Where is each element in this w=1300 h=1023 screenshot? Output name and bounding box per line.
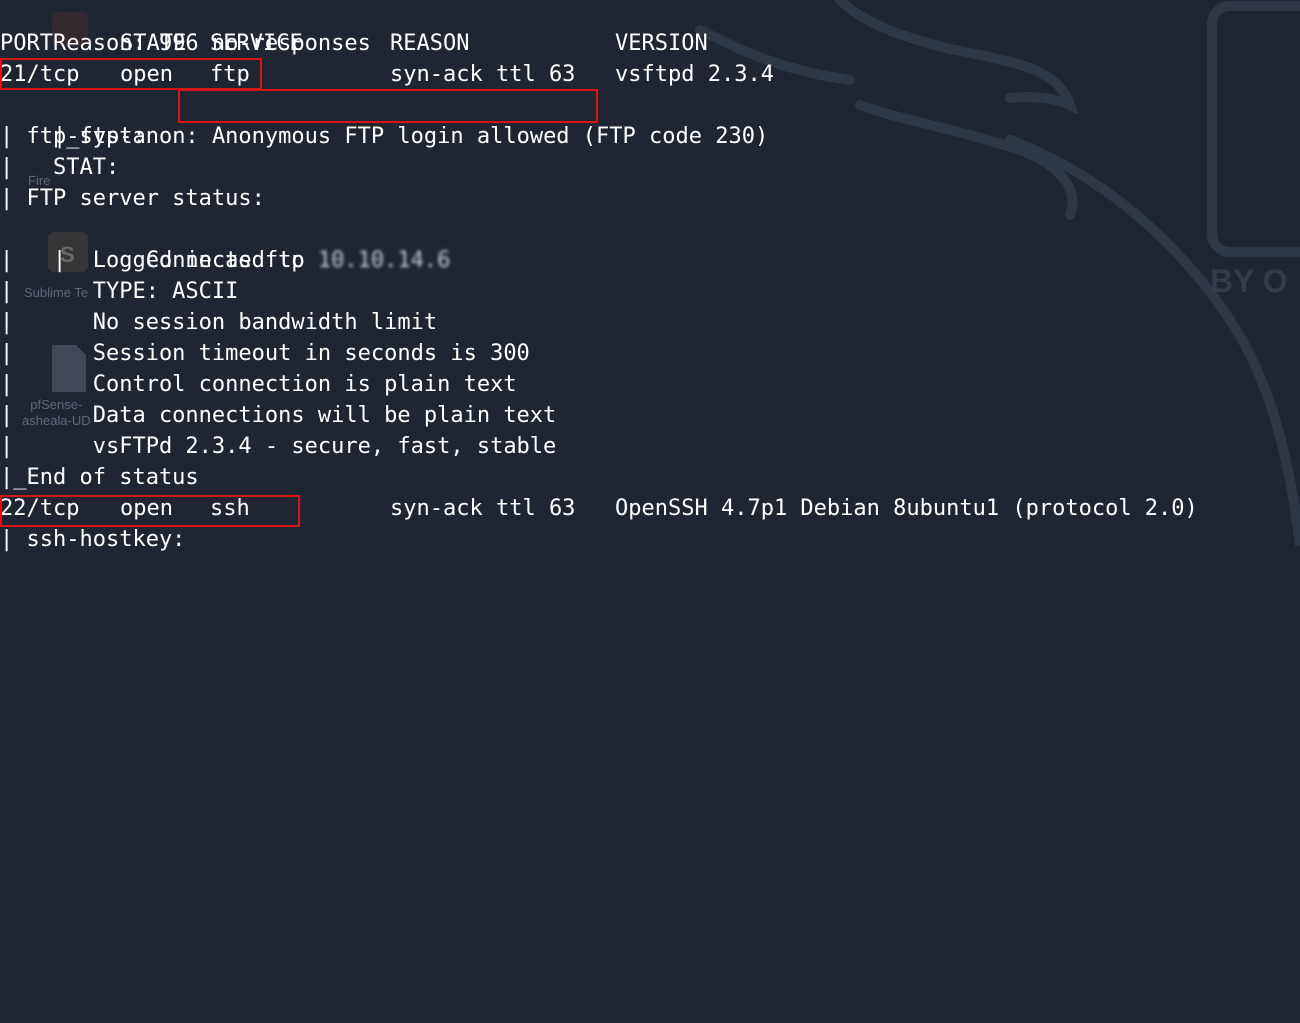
header-port: PORT xyxy=(0,31,53,56)
terminal-line: | Connected to 10.10.14.6 xyxy=(0,214,450,273)
terminal-line: | STAT: xyxy=(0,155,133,180)
terminal-line: | TYPE: ASCII xyxy=(0,279,239,304)
terminal-line: | Session timeout in seconds is 300 xyxy=(0,341,530,366)
terminal-line: | ssh-hostkey: xyxy=(0,527,199,552)
terminal-line: Reason: 996 no-responses xyxy=(52,31,371,56)
state-cell: open xyxy=(120,62,173,87)
port-cell: 22/tcp xyxy=(0,496,80,521)
version-cell: vsftpd 2.3.4 xyxy=(615,62,774,87)
nmap-header-row: PORT STATE SERVICE REASON VERSION xyxy=(0,28,1300,59)
port-cell: 21/tcp xyxy=(0,62,80,87)
terminal-output[interactable]: Reason: 996 no-responses PORT STATE SERV… xyxy=(0,0,1300,552)
header-state: STATE xyxy=(120,31,187,56)
header-version: VERSION xyxy=(615,31,708,56)
terminal-line: |_End of status xyxy=(0,465,199,490)
header-service: SERVICE xyxy=(210,31,303,56)
terminal-line: | ftp-syst: xyxy=(0,124,159,149)
nmap-port-row: 22/tcp open ssh syn-ack ttl 63 OpenSSH 4… xyxy=(0,493,1300,524)
terminal-line: | Control connection is plain text xyxy=(0,372,517,397)
reason-cell: syn-ack ttl 63 xyxy=(390,496,576,521)
header-reason: REASON xyxy=(390,31,470,56)
terminal-line: | Logged in as ftp xyxy=(0,248,305,273)
reason-cell: syn-ack ttl 63 xyxy=(390,62,576,87)
anonymous-login-text: Anonymous FTP login allowed xyxy=(211,124,570,149)
service-cell: ftp xyxy=(210,62,250,87)
redacted-ip: 10.10.14.6 xyxy=(317,248,451,273)
terminal-line: | No session bandwidth limit xyxy=(0,310,438,335)
terminal-line: |_ftp-anon: Anonymous FTP login allowed … xyxy=(52,124,769,149)
version-cell: OpenSSH 4.7p1 Debian 8ubuntu1 (protocol … xyxy=(615,496,1198,521)
service-cell: ssh xyxy=(210,496,250,521)
terminal-line: | Data connections will be plain text xyxy=(0,403,557,428)
state-cell: open xyxy=(120,496,173,521)
nmap-port-row: 21/tcp open ftp syn-ack ttl 63 vsftpd 2.… xyxy=(0,59,1300,90)
terminal-line: | vsFTPd 2.3.4 - secure, fast, stable xyxy=(0,434,557,459)
terminal-line: | FTP server status: xyxy=(0,186,265,211)
